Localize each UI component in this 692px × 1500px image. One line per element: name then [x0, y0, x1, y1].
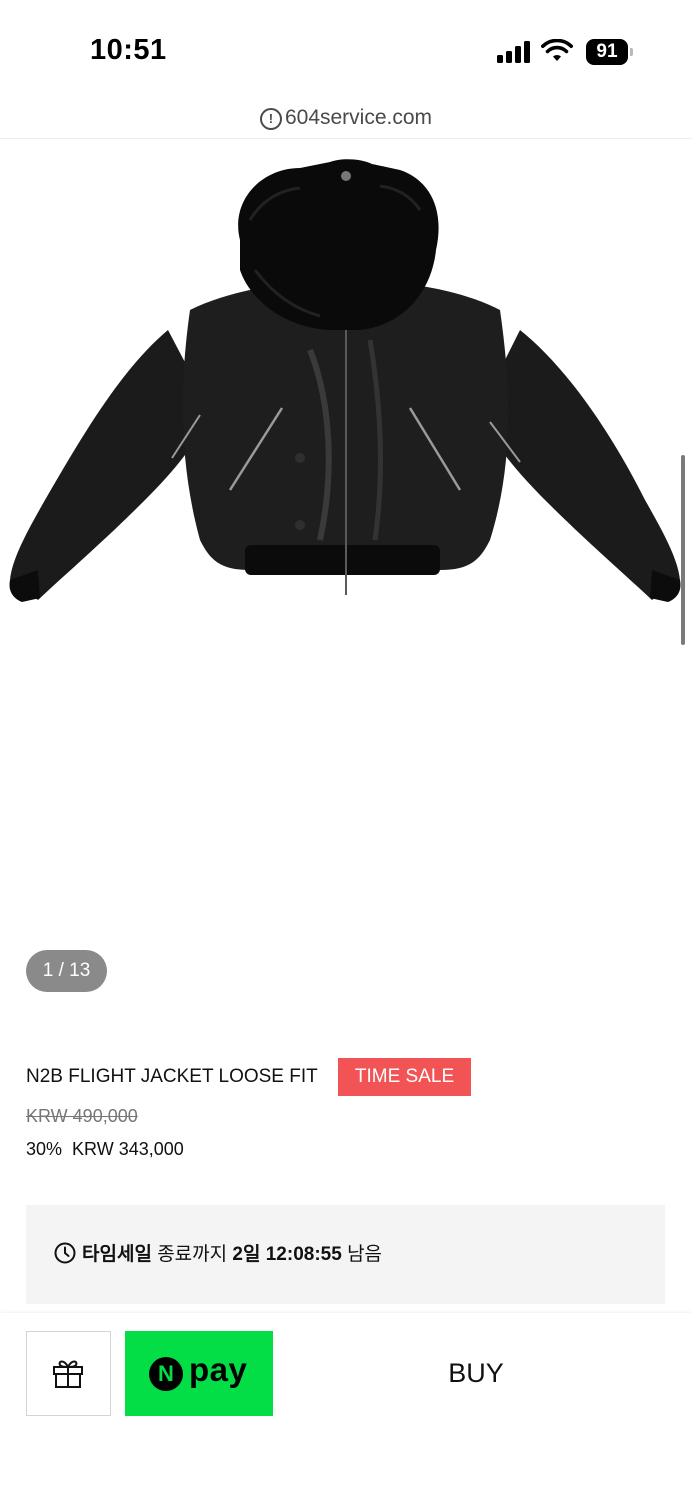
npay-logo-icon: N: [149, 1357, 183, 1391]
status-bar: 10:51 91: [0, 0, 692, 100]
time-sale-badge: TIME SALE: [338, 1058, 471, 1096]
clock-icon: [54, 1242, 76, 1264]
product-title: N2B FLIGHT JACKET LOOSE FIT: [26, 1066, 318, 1087]
wifi-icon: [541, 39, 573, 61]
battery-level: 91: [586, 39, 628, 65]
gift-button[interactable]: [26, 1331, 111, 1416]
countdown-suffix: 남음: [347, 1244, 383, 1265]
discount-rate: 30%: [26, 1139, 63, 1159]
status-time: 10:51: [90, 34, 167, 66]
image-counter: 1 / 13: [26, 950, 107, 992]
countdown-label: 타임세일: [82, 1244, 152, 1265]
npay-label: pay: [189, 1351, 248, 1388]
buy-button[interactable]: BUY: [281, 1331, 671, 1416]
original-price: KRW 490,000: [26, 1106, 138, 1126]
gift-icon: [53, 1360, 83, 1388]
site-info-icon[interactable]: !: [259, 108, 282, 130]
product-image[interactable]: [0, 140, 692, 930]
sale-price-line: 30% KRW 343,000: [26, 1139, 184, 1160]
jacket-photo: [9, 159, 681, 602]
sale-price: KRW 343,000: [72, 1139, 184, 1159]
npay-button[interactable]: N pay: [125, 1331, 273, 1416]
url-text: 604service.com: [284, 106, 433, 129]
bottom-action-bar: N pay BUY: [0, 1313, 692, 1500]
countdown-until: 종료까지: [157, 1244, 228, 1265]
countdown-remaining: 2일 12:08:55: [232, 1244, 342, 1265]
cellular-signal-icon: [497, 41, 530, 63]
battery-icon: 91: [586, 39, 634, 65]
scroll-indicator[interactable]: [681, 455, 685, 645]
address-bar[interactable]: ! 604service.com: [0, 100, 692, 139]
countdown-box: 타임세일 종료까지 2일 12:08:55 남음: [26, 1205, 665, 1304]
